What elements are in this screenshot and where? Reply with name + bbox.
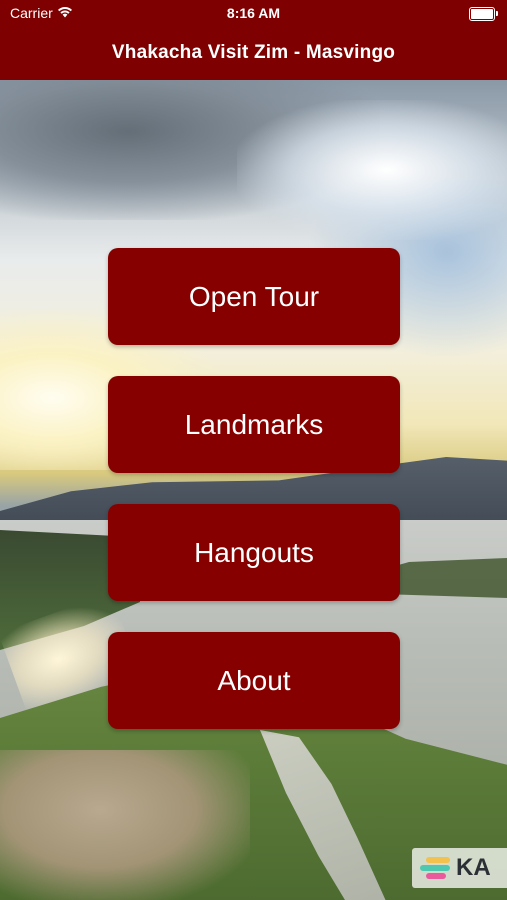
open-tour-button[interactable]: Open Tour (108, 248, 400, 345)
kapwing-watermark: KA (412, 848, 507, 888)
main-menu: Open Tour Landmarks Hangouts About (108, 248, 400, 760)
app-screen: Carrier 8:16 AM Vhakacha Visit Zim - Mas… (0, 0, 507, 900)
landmarks-button[interactable]: Landmarks (108, 376, 400, 473)
kapwing-logo-icon (418, 855, 454, 881)
hangouts-button[interactable]: Hangouts (108, 504, 400, 601)
navigation-bar: Carrier 8:16 AM Vhakacha Visit Zim - Mas… (0, 0, 507, 80)
watermark-text: KA (456, 854, 491, 881)
battery-icon (469, 7, 498, 21)
status-time: 8:16 AM (226, 5, 281, 21)
about-button[interactable]: About (108, 632, 400, 729)
page-title: Vhakacha Visit Zim - Masvingo (111, 42, 396, 63)
status-bar: Carrier 8:16 AM (0, 0, 507, 26)
